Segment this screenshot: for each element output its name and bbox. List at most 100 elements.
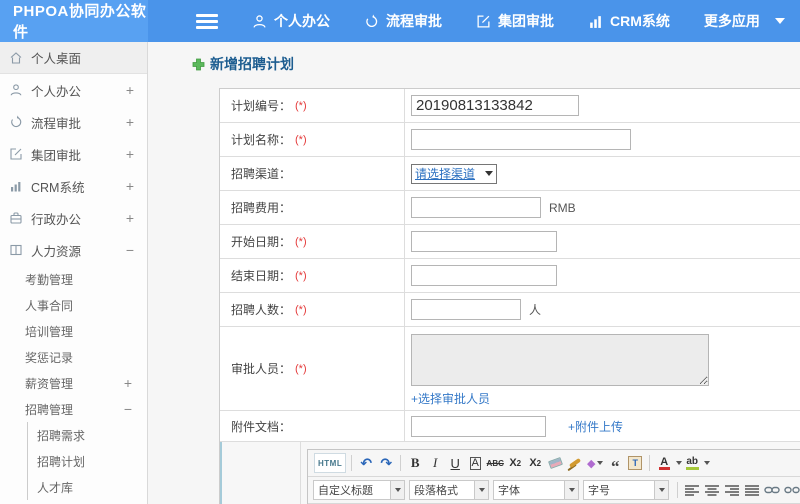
sidebar-item-talent-pool[interactable]: 人才库 <box>28 474 147 500</box>
form-row-headcount: 招聘人数： (*) 人 <box>220 293 800 327</box>
italic-button[interactable]: I <box>426 453 444 473</box>
html-source-button[interactable]: HTML <box>314 453 347 473</box>
nav-item-label: CRM系统 <box>610 13 670 29</box>
editor-toolbar-row2: 自定义标题 段落格式 字体 字号 <box>308 477 800 504</box>
nav-item-group-approval[interactable]: 集团审批 <box>476 0 554 42</box>
sidebar-subitem-recruit-mgmt[interactable]: 招聘管理 − <box>0 396 147 422</box>
align-right-icon[interactable] <box>723 480 741 500</box>
sidebar-item-admin-office[interactable]: 行政办公 + <box>0 202 147 234</box>
eraser-icon[interactable] <box>546 453 564 473</box>
caret-down-icon <box>564 481 578 499</box>
format-brush-icon[interactable] <box>566 453 584 473</box>
nav-item-workflow-approval[interactable]: 流程审批 <box>364 0 442 42</box>
workflow-icon <box>9 115 24 129</box>
sidebar-item-crm-system[interactable]: CRM系统 + <box>0 170 147 202</box>
sidebar-subitem-salary[interactable]: 薪资管理 + <box>0 370 147 396</box>
nav-item-crm-system[interactable]: CRM系统 <box>588 0 670 42</box>
required-marker: (*) <box>295 133 307 146</box>
workflow-icon <box>364 14 379 29</box>
expand-toggle[interactable]: + <box>123 178 137 194</box>
field-label: 计划编号： <box>231 99 292 113</box>
field-label: 招聘费用： <box>231 201 292 215</box>
end-date-input[interactable] <box>411 265 557 286</box>
caret-down-icon <box>654 481 668 499</box>
sidebar-item-recruit-demand[interactable]: 招聘需求 <box>28 422 147 448</box>
fee-unit-label: RMB <box>549 200 576 215</box>
strikethrough-button[interactable]: ABC <box>486 453 504 473</box>
font-color-button[interactable]: A <box>655 453 673 473</box>
form-row-attachment: 附件文档： +附件上传 <box>220 411 800 442</box>
align-left-icon[interactable] <box>683 480 701 500</box>
link-icon[interactable] <box>763 480 781 500</box>
sidebar-subitem-label: 培训管理 <box>25 324 74 339</box>
expand-toggle[interactable]: + <box>123 82 137 98</box>
person-icon <box>252 14 267 29</box>
highlight-color-button[interactable]: ab <box>683 453 701 473</box>
collapse-toggle[interactable]: − <box>121 401 135 417</box>
headcount-input[interactable] <box>411 299 521 320</box>
sidebar-item-group-approval[interactable]: 集团审批 + <box>0 138 147 170</box>
align-center-icon[interactable] <box>703 480 721 500</box>
channel-select[interactable]: 请选择渠道 <box>411 163 497 184</box>
expand-toggle[interactable]: + <box>121 375 135 391</box>
app-logo: PHPOA协同办公软件 <box>0 0 148 42</box>
sidebar-item-personal-desktop[interactable]: 个人桌面 <box>0 42 147 74</box>
approver-textarea[interactable] <box>411 334 709 386</box>
start-date-input[interactable] <box>411 231 557 252</box>
sidebar-item-recruit-plan[interactable]: 招聘计划 <box>28 448 147 474</box>
collapse-toggle[interactable]: − <box>123 242 137 258</box>
sidebar-subitem-label: 奖惩记录 <box>25 350 74 365</box>
sidebar-item-label: 集团审批 <box>31 148 82 163</box>
sidebar: 个人桌面 个人办公 + 流程审批 + 集团审批 + CRM系统 + 行政办公 +… <box>0 42 148 504</box>
attachment-input[interactable] <box>411 415 546 437</box>
sidebar-item-label: 招聘需求 <box>37 428 86 443</box>
sidebar-item-workflow-approval[interactable]: 流程审批 + <box>0 106 147 138</box>
field-label: 计划名称： <box>231 133 292 147</box>
sidebar-subitem-label: 考勤管理 <box>25 272 74 287</box>
recruit-submenu: 招聘需求 招聘计划 人才库 <box>27 422 147 500</box>
expand-toggle[interactable]: + <box>123 114 137 130</box>
bold-button[interactable]: B <box>406 453 424 473</box>
menu-toggle-icon[interactable] <box>196 0 218 42</box>
nav-item-personal-office[interactable]: 个人办公 <box>252 0 330 42</box>
sidebar-subitem-attendance[interactable]: 考勤管理 <box>0 266 147 292</box>
superscript-button[interactable]: X2 <box>506 453 524 473</box>
sidebar-item-personal-office[interactable]: 个人办公 + <box>0 74 147 106</box>
paste-icon[interactable]: T <box>626 453 644 473</box>
redo-icon[interactable]: ↷ <box>377 453 395 473</box>
expand-toggle[interactable]: + <box>123 210 137 226</box>
expand-toggle[interactable]: + <box>123 146 137 162</box>
plan-code-input[interactable] <box>411 95 579 116</box>
font-border-button[interactable]: A <box>469 456 481 470</box>
sidebar-subitem-rewards[interactable]: 奖惩记录 <box>0 344 147 370</box>
fee-input[interactable] <box>411 197 541 218</box>
form-row-content-editor: HTML ↶ ↷ B I U A ABC X2 X2 ◆ “ T A ab 自定… <box>220 442 800 504</box>
briefcase-icon <box>9 211 24 225</box>
font-family-select[interactable]: 字体 <box>493 480 579 500</box>
caret-down-icon <box>485 171 493 176</box>
nav-item-more-apps[interactable]: 更多应用 <box>704 0 785 42</box>
blockquote-icon[interactable]: “ <box>606 453 624 475</box>
sidebar-subitem-training[interactable]: 培训管理 <box>0 318 147 344</box>
custom-heading-select[interactable]: 自定义标题 <box>313 480 405 500</box>
edit-icon <box>476 14 491 29</box>
undo-icon[interactable]: ↶ <box>357 453 375 473</box>
required-marker: (*) <box>295 99 307 112</box>
chart-icon <box>588 14 603 29</box>
unlink-icon[interactable] <box>783 480 800 500</box>
font-size-select[interactable]: 字号 <box>583 480 669 500</box>
attachment-upload-link[interactable]: +附件上传 <box>568 418 623 435</box>
paragraph-format-select[interactable]: 段落格式 <box>409 480 489 500</box>
plan-name-input[interactable] <box>411 129 631 150</box>
select-approver-link[interactable]: +选择审批人员 <box>411 390 490 407</box>
sidebar-item-human-resources[interactable]: 人力资源 − <box>0 234 147 266</box>
underline-button[interactable]: U <box>446 453 464 473</box>
home-icon <box>9 51 24 65</box>
sidebar-subitem-hr-contract[interactable]: 人事合同 <box>0 292 147 318</box>
sidebar-item-label: 个人办公 <box>31 84 82 99</box>
align-justify-icon[interactable] <box>743 480 761 500</box>
nav-item-label: 更多应用 <box>703 13 760 29</box>
subscript-button[interactable]: X2 <box>526 453 544 473</box>
paint-format-dropdown[interactable]: ◆ <box>586 453 604 473</box>
main-content: 新增招聘计划 计划编号：(*) 计划名称：(*) 招聘渠道： 请选择渠道 <box>148 42 800 504</box>
